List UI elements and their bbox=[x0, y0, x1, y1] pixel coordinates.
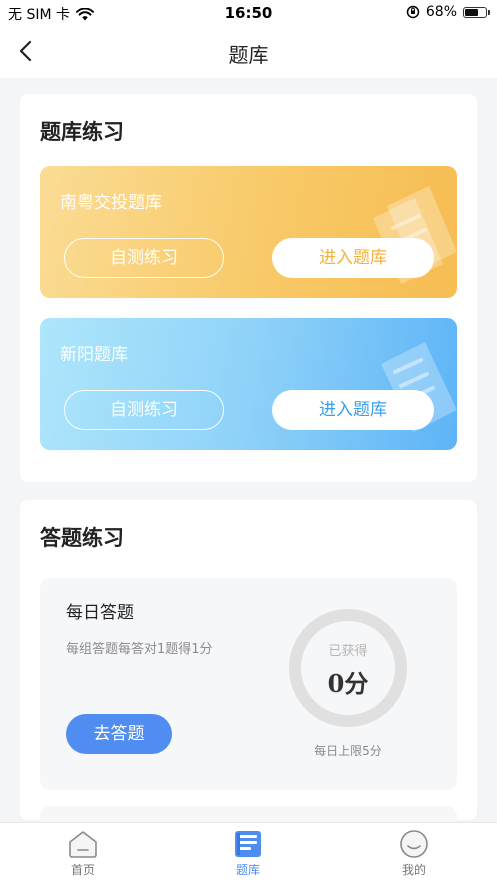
book-deco-icon bbox=[373, 186, 457, 284]
battery-icon bbox=[463, 6, 490, 18]
score-value: 0分 bbox=[327, 669, 369, 698]
tab-home[interactable]: 首页 bbox=[43, 829, 123, 881]
status-bar: 无 SIM 卡 16:50 68% bbox=[0, 0, 497, 26]
battery-percent: 68% bbox=[425, 4, 457, 20]
question-bank-icon bbox=[235, 831, 261, 857]
tab-label: 我的 bbox=[401, 863, 426, 877]
enter-bank-button[interactable]: 进入题库 bbox=[272, 238, 434, 278]
tab-label: 题库 bbox=[235, 863, 260, 877]
tab-label: 首页 bbox=[70, 863, 95, 877]
home-icon bbox=[69, 831, 97, 858]
daily-quiz-card: 每日答题 每组答题每答对1题得1分 去答题 已获得 0分 每日上限5分 bbox=[40, 578, 457, 790]
smiley-profile-icon bbox=[400, 830, 428, 858]
self-test-button[interactable]: 自测练习 bbox=[64, 390, 224, 430]
page-title: 题库 bbox=[228, 43, 269, 67]
document-deco-icon bbox=[381, 342, 457, 432]
bank-name: 新阳题库 bbox=[60, 345, 128, 365]
daily-quiz-description: 每组答题每答对1题得1分 bbox=[66, 642, 213, 657]
go-answer-button[interactable]: 去答题 bbox=[66, 714, 172, 754]
bank-card-xinyang: 新阳题库 自测练习 进入题库 bbox=[40, 318, 457, 450]
bank-practice-section: 题库练习 南粤交投题库 自测练习 进入题库 新阳题库 自测练习 进入题库 bbox=[20, 94, 477, 482]
orientation-lock-icon bbox=[406, 5, 420, 19]
bank-name: 南粤交投题库 bbox=[60, 193, 162, 213]
tab-bar: 首页 题库 我的 bbox=[0, 822, 497, 883]
tab-question-bank[interactable]: 题库 bbox=[208, 829, 288, 881]
daily-limit: 每日上限5分 bbox=[314, 744, 382, 758]
status-right: 68% bbox=[406, 4, 490, 20]
section-title: 题库练习 bbox=[40, 120, 124, 144]
nav-bar: 题库 bbox=[0, 26, 497, 78]
section-title: 答题练习 bbox=[40, 526, 124, 550]
self-test-button[interactable]: 自测练习 bbox=[64, 238, 224, 278]
answer-practice-section: 答题练习 每日答题 每组答题每答对1题得1分 去答题 已获得 0分 每日上限5分 bbox=[20, 500, 477, 820]
daily-quiz-title: 每日答题 bbox=[66, 603, 134, 623]
tab-profile[interactable]: 我的 bbox=[374, 829, 454, 881]
battery-fill bbox=[465, 8, 478, 16]
bank-card-nanyue: 南粤交投题库 自测练习 进入题库 bbox=[40, 166, 457, 298]
score-label: 已获得 bbox=[328, 644, 368, 659]
enter-bank-button[interactable]: 进入题库 bbox=[272, 390, 434, 430]
